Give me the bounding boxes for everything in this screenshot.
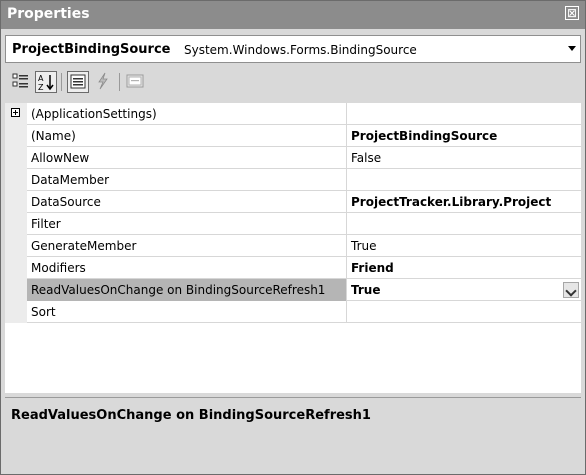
property-value[interactable]: True bbox=[346, 279, 581, 301]
property-row-allownew[interactable]: AllowNew False bbox=[5, 147, 581, 169]
row-gutter bbox=[5, 191, 27, 213]
properties-button[interactable] bbox=[67, 71, 89, 93]
property-grid: (ApplicationSettings) (Name) ProjectBind… bbox=[5, 103, 581, 393]
property-name: (ApplicationSettings) bbox=[31, 107, 157, 121]
properties-window: Properties ⊠ ProjectBindingSource System… bbox=[0, 0, 586, 475]
row-gutter bbox=[5, 213, 27, 235]
object-type: System.Windows.Forms.BindingSource bbox=[184, 43, 417, 57]
property-name: Filter bbox=[31, 217, 61, 231]
property-row-generatemember[interactable]: GenerateMember True bbox=[5, 235, 581, 257]
property-value[interactable] bbox=[346, 213, 581, 235]
property-name: GenerateMember bbox=[31, 239, 137, 253]
toolbar-separator bbox=[119, 73, 120, 91]
property-name: DataMember bbox=[31, 173, 110, 187]
toolbar-separator bbox=[61, 73, 62, 91]
svg-text:A: A bbox=[38, 74, 44, 83]
row-gutter bbox=[5, 279, 27, 301]
property-name: ReadValuesOnChange on BindingSourceRefre… bbox=[27, 279, 346, 301]
value-dropdown-chevron-icon[interactable] bbox=[563, 282, 579, 298]
properties-icon bbox=[70, 74, 86, 89]
property-name: (Name) bbox=[31, 129, 76, 143]
property-row-applicationsettings[interactable]: (ApplicationSettings) bbox=[5, 103, 581, 125]
property-row-datamember[interactable]: DataMember bbox=[5, 169, 581, 191]
property-value[interactable]: Friend bbox=[346, 257, 581, 279]
row-gutter bbox=[5, 257, 27, 279]
property-value[interactable]: ProjectTracker.Library.Project bbox=[346, 191, 581, 213]
property-row-name[interactable]: (Name) ProjectBindingSource bbox=[5, 125, 581, 147]
row-gutter bbox=[5, 125, 27, 147]
property-row-modifiers[interactable]: Modifiers Friend bbox=[5, 257, 581, 279]
property-value[interactable] bbox=[346, 301, 581, 323]
property-value[interactable]: False bbox=[346, 147, 581, 169]
close-icon[interactable]: ⊠ bbox=[565, 6, 579, 20]
window-title: Properties bbox=[7, 6, 90, 22]
property-name: Sort bbox=[31, 305, 56, 319]
expand-plus-icon[interactable] bbox=[11, 108, 20, 117]
categorized-icon bbox=[12, 73, 28, 88]
property-row-filter[interactable]: Filter bbox=[5, 213, 581, 235]
properties-toolbar: A Z bbox=[5, 67, 581, 99]
title-bar: Properties ⊠ bbox=[1, 1, 585, 29]
row-gutter bbox=[5, 235, 27, 257]
property-row-readvaluesonchange[interactable]: ReadValuesOnChange on BindingSourceRefre… bbox=[5, 279, 581, 301]
property-row-sort[interactable]: Sort bbox=[5, 301, 581, 323]
description-pane: ReadValuesOnChange on BindingSourceRefre… bbox=[5, 397, 581, 472]
object-selector-dropdown[interactable]: ProjectBindingSource System.Windows.Form… bbox=[5, 35, 581, 63]
property-name: DataSource bbox=[31, 195, 101, 209]
property-name: AllowNew bbox=[31, 151, 90, 165]
lightning-icon bbox=[98, 72, 108, 90]
row-gutter bbox=[5, 103, 27, 125]
row-gutter bbox=[5, 147, 27, 169]
chevron-down-icon[interactable] bbox=[568, 46, 576, 51]
property-pages-button[interactable] bbox=[125, 71, 147, 93]
property-value[interactable] bbox=[346, 103, 581, 125]
events-button[interactable] bbox=[93, 71, 115, 93]
row-gutter bbox=[5, 301, 27, 323]
property-value[interactable] bbox=[346, 169, 581, 191]
object-name: ProjectBindingSource bbox=[12, 42, 171, 57]
alphabetical-icon: A Z bbox=[38, 74, 54, 92]
property-name: Modifiers bbox=[31, 261, 86, 275]
property-value[interactable]: ProjectBindingSource bbox=[346, 125, 581, 147]
row-gutter bbox=[5, 169, 27, 191]
alphabetical-button[interactable]: A Z bbox=[35, 71, 57, 93]
svg-text:Z: Z bbox=[38, 83, 44, 92]
categorized-button[interactable] bbox=[11, 71, 33, 93]
property-row-datasource[interactable]: DataSource ProjectTracker.Library.Projec… bbox=[5, 191, 581, 213]
description-title: ReadValuesOnChange on BindingSourceRefre… bbox=[11, 408, 371, 423]
property-value[interactable]: True bbox=[346, 235, 581, 257]
property-pages-icon bbox=[126, 74, 144, 88]
